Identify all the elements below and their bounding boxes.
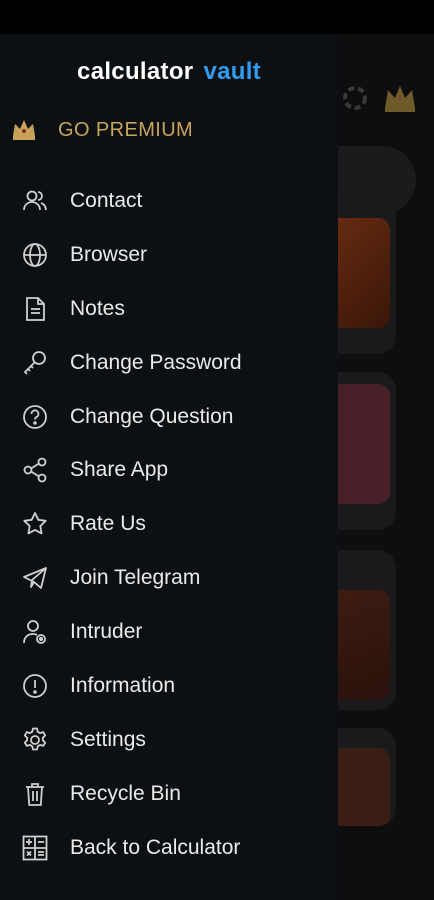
menu-item-notes[interactable]: Notes [20,282,330,336]
brand-word-2: vault [203,58,261,85]
info-icon [20,671,50,701]
menu-item-label: Back to Calculator [70,835,241,859]
menu-item-label: Rate Us [70,512,146,536]
menu-item-label: Change Password [70,350,242,374]
question-icon [20,402,50,432]
menu-item-label: Notes [70,296,125,320]
star-icon [20,509,50,539]
navigation-drawer: calculator vault GO PREMIUM Contact Brow… [0,34,338,900]
drawer-menu: Contact Browser Notes Change Password Ch… [20,174,330,875]
menu-item-recycle-bin[interactable]: Recycle Bin [20,767,330,821]
trash-icon [20,779,50,809]
menu-item-rate-us[interactable]: Rate Us [20,497,330,551]
menu-item-change-question[interactable]: Change Question [20,390,330,444]
menu-item-label: Settings [70,727,146,751]
note-icon [20,294,50,324]
share-icon [20,455,50,485]
menu-item-contact[interactable]: Contact [20,174,330,228]
bg-theme-icon [343,86,367,110]
brand-word-1: calculator [77,58,194,85]
menu-item-information[interactable]: Information [20,659,330,713]
contacts-icon [20,186,50,216]
menu-item-back-to-calculator[interactable]: Back to Calculator [20,821,330,875]
menu-item-intruder[interactable]: Intruder [20,605,330,659]
telegram-icon [20,563,50,593]
menu-item-browser[interactable]: Browser [20,228,330,282]
menu-item-settings[interactable]: Settings [20,713,330,767]
menu-item-label: Recycle Bin [70,781,181,805]
menu-item-label: Share App [70,458,169,482]
intruder-icon [20,617,50,647]
go-premium-button[interactable]: GO PREMIUM [10,116,193,144]
status-bar [0,0,434,34]
menu-item-label: Join Telegram [70,566,201,590]
menu-item-label: Change Question [70,404,234,428]
go-premium-label: GO PREMIUM [58,118,194,141]
menu-item-share-app[interactable]: Share App [20,443,330,497]
menu-item-label: Intruder [70,620,143,644]
crown-icon [10,116,38,144]
menu-item-join-telegram[interactable]: Join Telegram [20,551,330,605]
menu-item-label: Information [70,673,176,697]
bg-crown-icon [385,86,415,112]
menu-item-label: Browser [70,242,148,266]
app-logo-title: calculator vault [0,58,338,86]
calculator-icon [20,833,50,863]
menu-item-label: Contact [70,188,143,212]
globe-icon [20,240,50,270]
menu-item-change-password[interactable]: Change Password [20,336,330,390]
gear-icon [20,725,50,755]
background-header-icons [342,82,418,114]
key-icon [20,348,50,378]
